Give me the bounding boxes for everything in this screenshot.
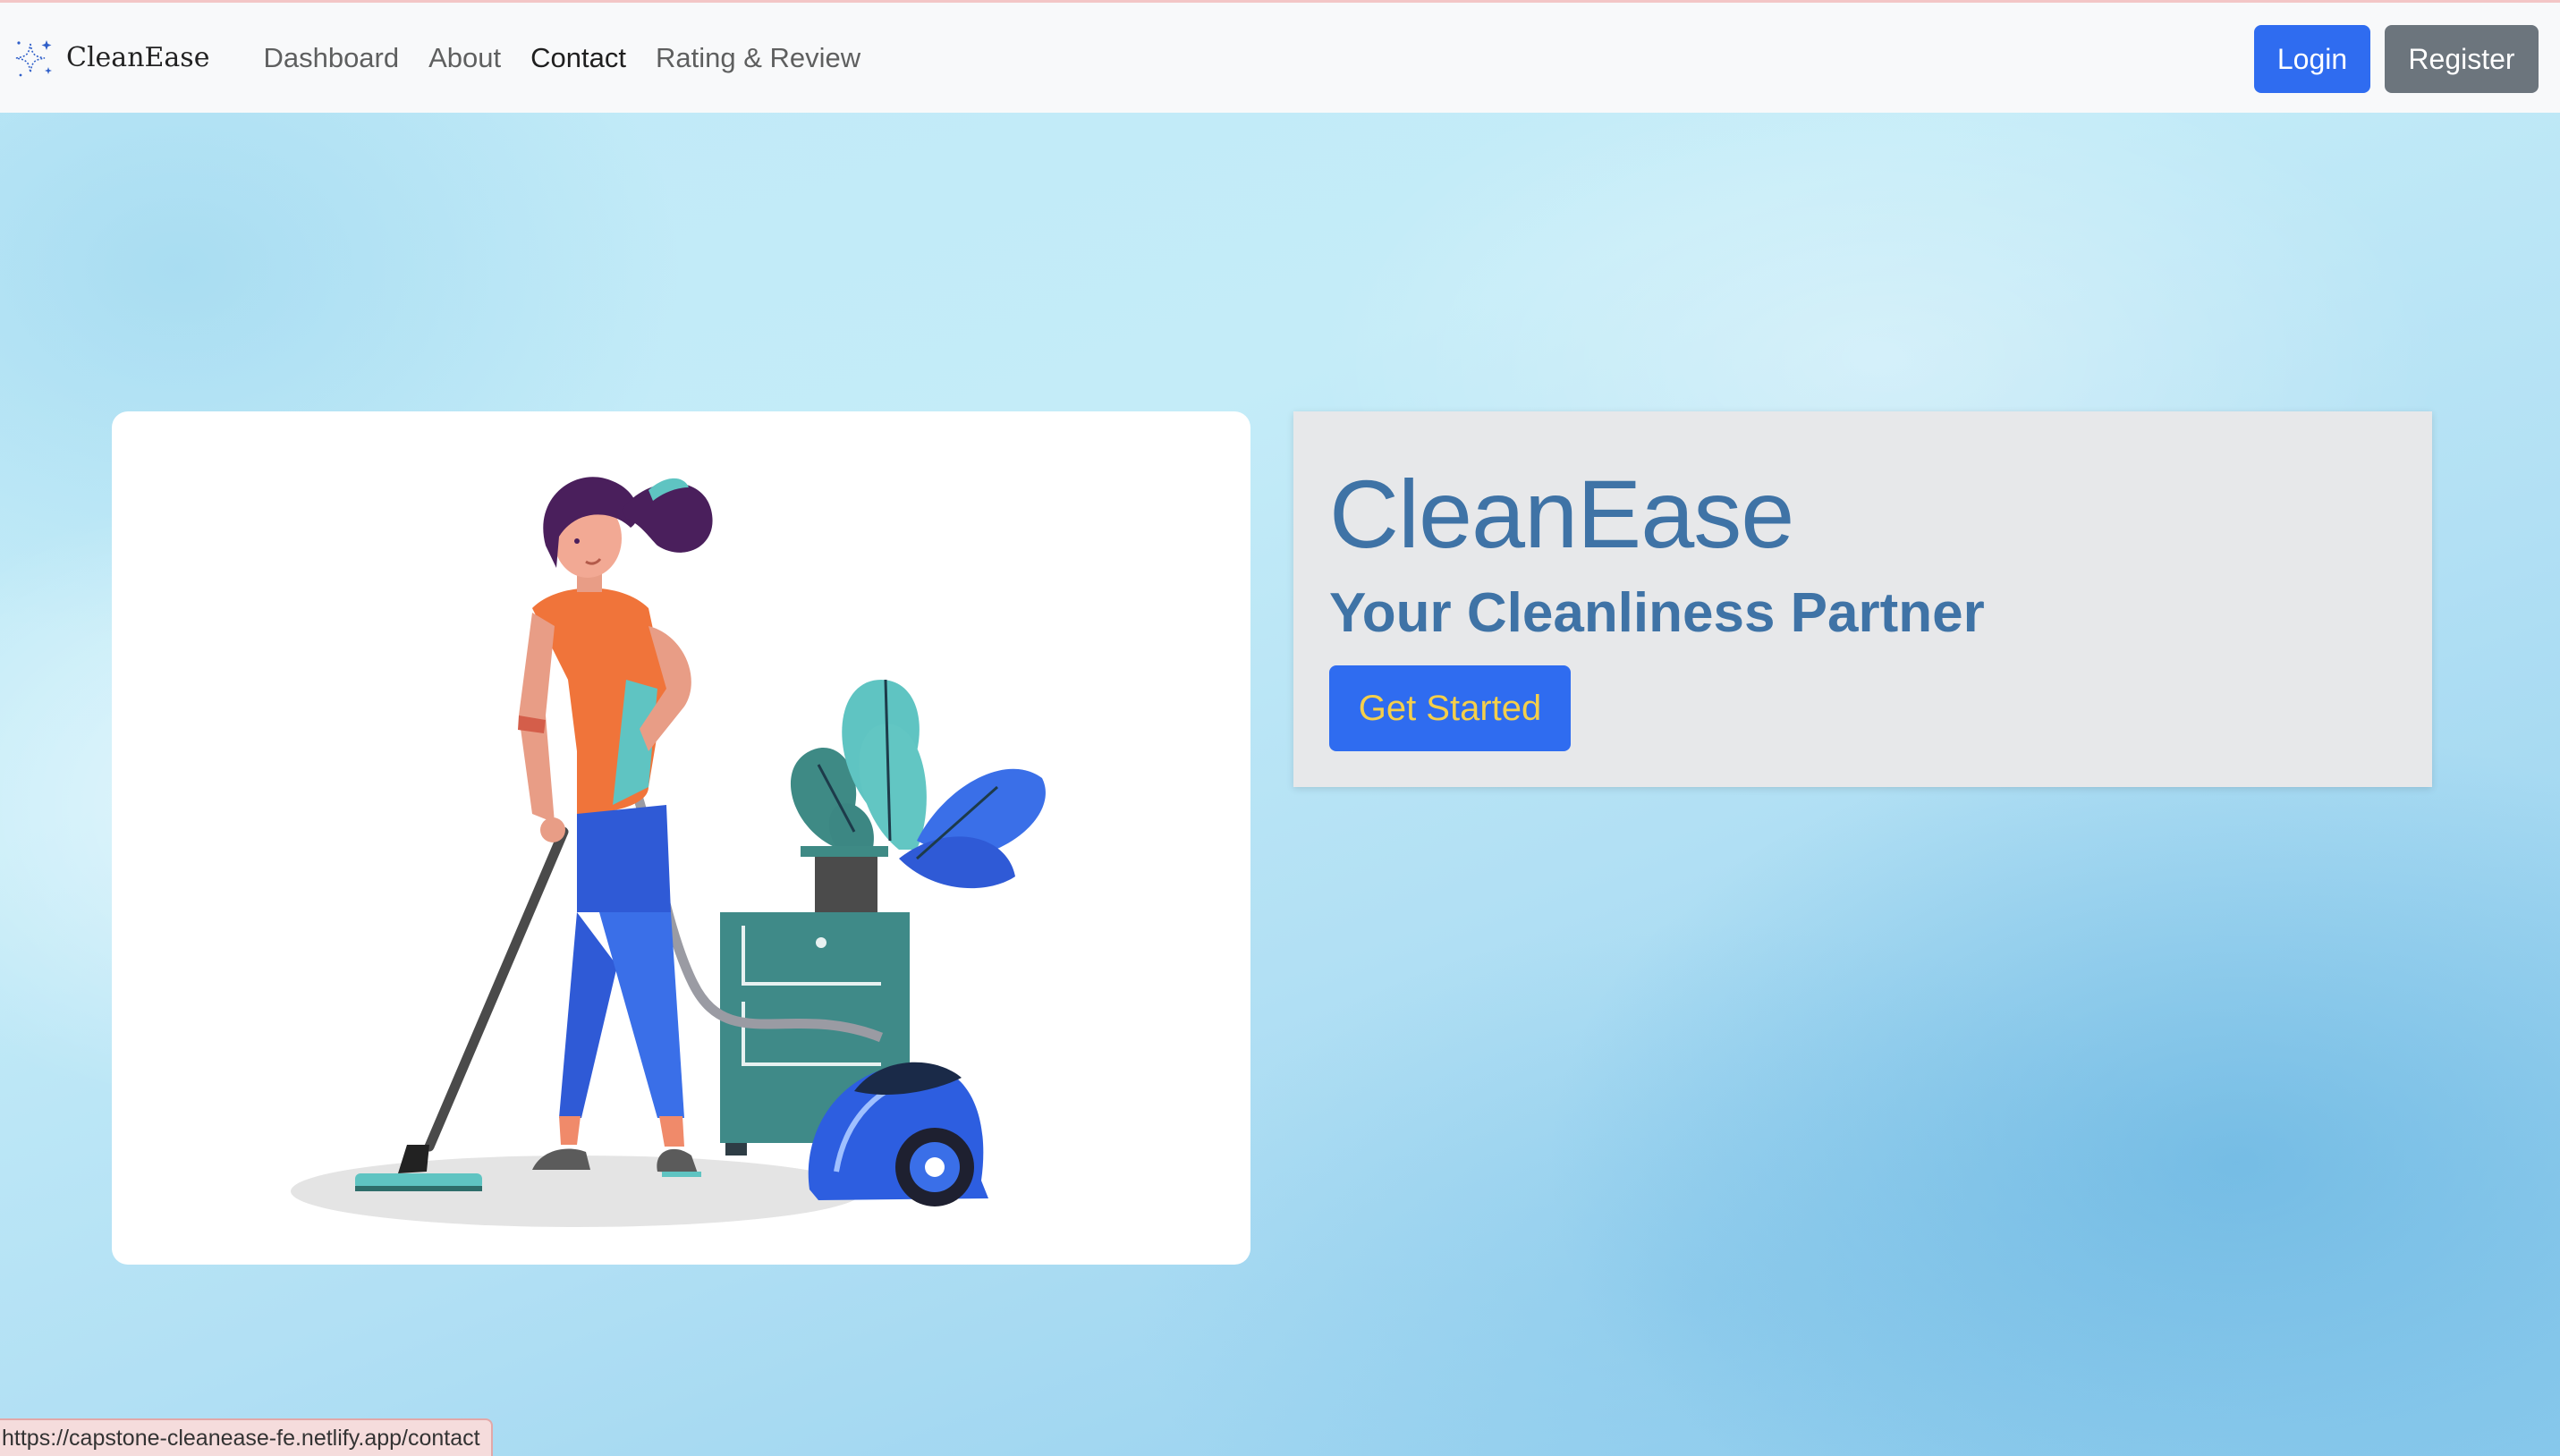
nav-links: Dashboard About Contact Rating & Review [263,42,890,74]
brand-name: CleanEase [66,42,210,73]
hero-subtitle: Your Cleanliness Partner [1329,582,1985,644]
login-button[interactable]: Login [2254,25,2370,93]
nav-link-about[interactable]: About [428,42,501,74]
brand-link[interactable]: CleanEase [11,27,209,89]
woman-vacuuming-illustration [291,477,1046,1227]
register-button[interactable]: Register [2385,25,2539,93]
hero-title: CleanEase [1329,460,1794,568]
hero-card: CleanEase Your Cleanliness Partner Get S… [1293,411,2432,787]
nav-link-contact[interactable]: Contact [530,42,626,74]
top-navbar: CleanEase Dashboard About Contact Rating… [0,0,2560,113]
nav-link-dashboard[interactable]: Dashboard [263,42,399,74]
nav-link-rating-review[interactable]: Rating & Review [656,42,860,74]
illustration-card [112,411,1250,1265]
get-started-button[interactable]: Get Started [1329,665,1571,751]
sparkles-icon [15,39,52,76]
status-bar-url: https://capstone-cleanease-fe.netlify.ap… [0,1418,493,1456]
